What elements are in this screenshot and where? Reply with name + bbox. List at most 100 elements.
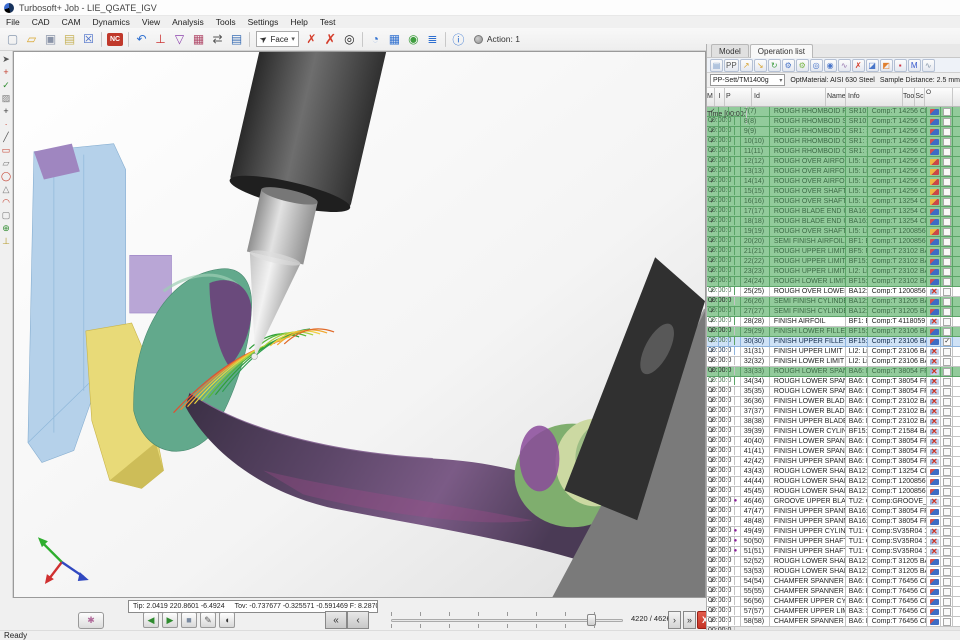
enabled-checkbox[interactable]: ✓	[707, 147, 719, 156]
operation-row[interactable]: ✓ 22(22) ROUGH UPPER LIMIT II BF15: I Co…	[707, 257, 960, 267]
column-header[interactable]: I	[715, 88, 725, 106]
forward-button[interactable]: ›	[668, 611, 681, 629]
column-header[interactable]: M	[707, 88, 715, 106]
enabled-checkbox[interactable]: ✓	[707, 557, 719, 566]
arc-icon[interactable]: ◠	[0, 196, 12, 209]
output-checkbox[interactable]	[943, 458, 951, 466]
sim-settings-button[interactable]: ✱	[78, 612, 104, 629]
pp-preset-dropdown[interactable]: PP-Sett/TM1400g	[710, 74, 785, 86]
o-cell[interactable]	[943, 537, 953, 546]
close-box-icon[interactable]: ☒	[79, 30, 98, 48]
operation-row[interactable]: ✓ 12(12) ROUGH OVER AIRFOIL LI LI5: Lir …	[707, 157, 960, 167]
menu-item[interactable]: Test	[314, 16, 342, 28]
operation-row[interactable]: ✓ 37(37) FINISH LOWER BLADE EN BA6: E Co…	[707, 407, 960, 417]
output-checkbox[interactable]	[943, 518, 951, 526]
o-cell[interactable]	[943, 387, 953, 396]
output-checkbox[interactable]	[943, 378, 951, 386]
viewport-3d[interactable]	[13, 51, 706, 598]
operation-row[interactable]: ✓ 57(57) CHAMFER UPPER LIMIT BA3: S Comp…	[707, 607, 960, 617]
operation-row[interactable]: ✓ 38(38) FINISH UPPER BLADE EN BA6: E Co…	[707, 417, 960, 427]
enabled-checkbox[interactable]: ✓	[707, 387, 719, 396]
o-cell[interactable]	[943, 507, 953, 516]
o-cell[interactable]	[943, 417, 953, 426]
stop-button[interactable]: ■	[181, 612, 197, 628]
o-cell[interactable]	[943, 447, 953, 456]
enabled-checkbox[interactable]: ✓	[707, 267, 719, 276]
output-checkbox[interactable]	[943, 548, 951, 556]
output-checkbox[interactable]	[943, 198, 951, 206]
enabled-checkbox[interactable]: ✓	[707, 257, 719, 266]
output-checkbox[interactable]	[943, 478, 951, 486]
o-cell[interactable]	[943, 617, 953, 626]
cone-icon[interactable]: △	[0, 183, 12, 196]
table-view-icon[interactable]: ▦	[385, 30, 404, 48]
polygon-icon[interactable]: ▱	[0, 157, 12, 170]
rewind-button[interactable]: «	[325, 611, 347, 629]
column-header[interactable]: Id	[752, 88, 826, 106]
probe-icon[interactable]: ▦	[189, 30, 208, 48]
line-icon[interactable]: ╱	[0, 131, 12, 144]
enabled-checkbox[interactable]: ✓	[707, 427, 719, 436]
output-checkbox[interactable]	[943, 528, 951, 536]
output-checkbox[interactable]	[943, 278, 951, 286]
output-checkbox[interactable]	[943, 398, 951, 406]
transform-icon[interactable]: ✓	[0, 79, 12, 92]
column-header[interactable]: Info	[846, 88, 903, 106]
menu-item[interactable]: Settings	[242, 16, 285, 28]
o-cell[interactable]	[943, 347, 953, 356]
undo-icon[interactable]: ↶	[132, 30, 151, 48]
output-checkbox[interactable]	[943, 148, 951, 156]
enabled-checkbox[interactable]: ✓	[707, 357, 719, 366]
o-cell[interactable]	[943, 367, 953, 376]
operation-row[interactable]: ✓ 29(29) FINISH LOWER FILLET TO BF15: I …	[707, 327, 960, 337]
o-cell[interactable]	[943, 457, 953, 466]
delete-icon[interactable]: ✗	[302, 30, 321, 48]
operation-row[interactable]: ✓ 27(27) SEMI FINISH CYLINDER L BA12: Co…	[707, 307, 960, 317]
enabled-checkbox[interactable]: ✓	[707, 127, 719, 136]
o-cell[interactable]	[943, 477, 953, 486]
graph-icon[interactable]: ∿	[922, 59, 935, 72]
operation-row[interactable]: ✓ 53(53) ROUGH LOWER SHAFT B BA12: Comp:…	[707, 567, 960, 577]
operation-row[interactable]: ✓ 44(44) ROUGH LOWER SHANK I BA12: Comp:…	[707, 477, 960, 487]
operation-row[interactable]: ✓ 40(40) FINISH LOWER SPANNER BA6: E Com…	[707, 437, 960, 447]
hatch-icon[interactable]: ▨	[0, 92, 12, 105]
enabled-checkbox[interactable]: ✓	[707, 577, 719, 586]
operation-row[interactable]: ✓ 35(35) ROUGH LOWER SPANNE BA6: E Comp:…	[707, 387, 960, 397]
output-checkbox[interactable]	[943, 508, 951, 516]
layers-icon[interactable]: ≣	[423, 30, 442, 48]
circle-icon[interactable]: ◯	[0, 170, 12, 183]
operation-row[interactable]: ✓ 36(36) FINISH LOWER BLADE EN BA6: E Co…	[707, 397, 960, 407]
output-checkbox[interactable]	[943, 368, 951, 376]
output-checkbox[interactable]	[943, 268, 951, 276]
output-checkbox[interactable]	[943, 168, 951, 176]
enabled-checkbox[interactable]: ✓	[707, 187, 719, 196]
output-checkbox[interactable]	[943, 598, 951, 606]
enabled-checkbox[interactable]: ✓	[707, 507, 719, 516]
target2-icon[interactable]: ◉	[824, 59, 837, 72]
export-down-icon[interactable]: ↘	[754, 59, 767, 72]
o-cell[interactable]	[943, 137, 953, 146]
operation-row[interactable]: ✓ ● 51(51) FINISH UPPER SHAFT Ø1 TU1: C …	[707, 547, 960, 557]
new-icon[interactable]: ▢	[3, 30, 22, 48]
o-cell[interactable]	[943, 297, 953, 306]
menu-item[interactable]: Analysis	[166, 16, 210, 28]
enabled-checkbox[interactable]: ✓	[707, 537, 719, 546]
output-checkbox[interactable]	[943, 158, 951, 166]
o-cell[interactable]	[943, 127, 953, 136]
o-cell[interactable]	[943, 557, 953, 566]
enabled-checkbox[interactable]: ✓	[707, 237, 719, 246]
o-cell[interactable]	[943, 157, 953, 166]
notebook-icon[interactable]: ▤	[227, 30, 246, 48]
o-cell[interactable]	[943, 577, 953, 586]
face-mode-dropdown[interactable]: ➤ Face	[256, 31, 299, 47]
enabled-checkbox[interactable]: ✓	[707, 497, 719, 506]
operation-row[interactable]: ✓ 10(10) ROUGH RHOMBOID OVE SR1: S Comp:…	[707, 137, 960, 147]
enabled-checkbox[interactable]: ✓	[707, 347, 719, 356]
o-cell[interactable]	[943, 277, 953, 286]
operation-row[interactable]: ✓ 31(31) FINISH UPPER LIMIT FLA LI2: Lir…	[707, 347, 960, 357]
o-cell[interactable]	[943, 547, 953, 556]
enabled-checkbox[interactable]: ✓	[707, 457, 719, 466]
o-cell[interactable]	[943, 357, 953, 366]
o-cell[interactable]	[943, 217, 953, 226]
operation-row[interactable]: ✓ 58(58) CHAMFER SPANNER ON BA6: E Comp:…	[707, 617, 960, 627]
